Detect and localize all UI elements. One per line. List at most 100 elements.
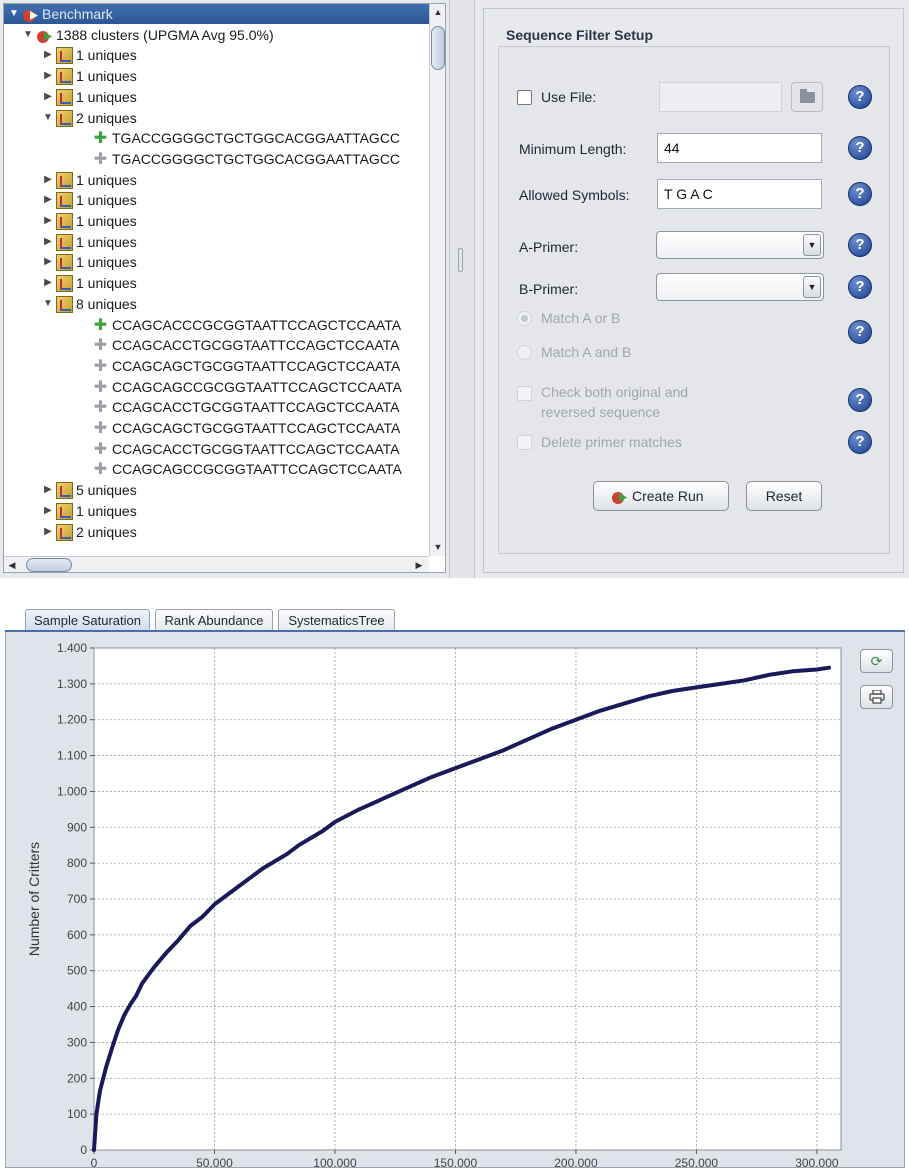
tree-node-label: CCAGCACCCGCGGTAATTCCAGCTCCAATA — [112, 316, 402, 333]
x-tick-label: 100.000 — [313, 1156, 357, 1168]
use-file-path-field[interactable] — [659, 82, 782, 112]
check-both-sequences-checkbox[interactable] — [517, 386, 532, 401]
x-tick-label: 150.000 — [434, 1156, 478, 1168]
help-icon[interactable]: ? — [848, 275, 872, 299]
a-primer-select[interactable]: ▼ — [656, 231, 824, 259]
y-tick-label: 700 — [67, 892, 87, 906]
expand-down-icon[interactable]: ▼ — [42, 108, 54, 128]
scroll-up-icon[interactable]: ▲ — [430, 4, 445, 20]
tree-node-label: CCAGCAGCTGCGGTAATTCCAGCTCCAATA — [112, 420, 401, 436]
tree-horizontal-scroll-thumb[interactable] — [26, 558, 72, 572]
chevron-down-icon[interactable]: ▼ — [803, 276, 821, 298]
help-icon[interactable]: ? — [848, 85, 872, 109]
minimum-length-input[interactable]: 44 — [657, 133, 822, 163]
split-pane-divider[interactable] — [449, 0, 475, 578]
tree-node-label: 1 uniques — [76, 47, 137, 64]
cluster-icon — [56, 275, 73, 293]
collapse-right-icon[interactable]: ▶ — [42, 273, 54, 293]
tree-horizontal-scrollbar[interactable]: ◀ ▶ — [4, 556, 429, 572]
y-tick-label: 0 — [80, 1143, 87, 1157]
b-primer-label: B-Primer: — [519, 281, 579, 297]
create-run-label: Create Run — [632, 488, 704, 504]
browse-file-button[interactable] — [791, 82, 823, 112]
sequence-puzzle-gray-icon: ✚ — [93, 461, 108, 479]
collapse-right-icon[interactable]: ▶ — [42, 252, 54, 272]
help-icon[interactable]: ? — [848, 320, 872, 344]
chevron-down-icon[interactable]: ▼ — [803, 234, 821, 256]
tree-node-label: TGACCGGGGCTGCTGGCACGGAATTAGCC — [112, 150, 401, 167]
cluster-icon — [56, 171, 73, 189]
collapse-right-icon[interactable]: ▶ — [42, 232, 54, 252]
top-pane: ▼ Benchmark ▼ 1388 clusters (UPGMA Avg 95.0… — [0, 0, 909, 578]
sequence-puzzle-gray-icon: ✚ — [93, 150, 108, 168]
printer-icon — [868, 689, 885, 704]
tab-sample-saturation[interactable]: Sample Saturation — [25, 609, 150, 632]
minimum-length-label: Minimum Length: — [519, 141, 627, 157]
expand-down-icon[interactable]: ▼ — [22, 25, 34, 45]
cluster-tree[interactable]: ▼ Benchmark ▼ 1388 clusters (UPGMA Avg 95.0… — [4, 4, 429, 556]
scroll-down-icon[interactable]: ▼ — [430, 539, 445, 555]
tree-node-label: 2 uniques — [76, 523, 137, 540]
match-a-and-b-radio[interactable] — [517, 345, 532, 360]
chart-frame: 0 100 200 300 400 500 600 700 800 900 1.000 1.100 1.… — [5, 632, 905, 1168]
sequence-filter-panel: Sequence Filter Setup Use File: ? Minimu… — [483, 8, 904, 573]
reset-button[interactable]: Reset — [746, 481, 822, 511]
collapse-right-icon[interactable]: ▶ — [42, 211, 54, 231]
collapse-right-icon[interactable]: ▶ — [42, 87, 54, 107]
tree-root[interactable]: ▼ Benchmark — [4, 4, 429, 24]
sample-saturation-chart: 0 100 200 300 400 500 600 700 800 900 1.000 1.100 1.… — [26, 641, 842, 1168]
collapse-right-icon[interactable]: ▶ — [42, 170, 54, 190]
collapse-right-icon[interactable]: ▶ — [42, 66, 54, 86]
cluster-icon — [56, 502, 73, 520]
match-a-or-b-radio[interactable] — [517, 311, 532, 326]
print-chart-button[interactable] — [860, 685, 893, 709]
x-tick-label: 0 — [91, 1156, 98, 1168]
scroll-right-icon[interactable]: ▶ — [411, 557, 427, 572]
allowed-symbols-input[interactable]: T G A C — [657, 179, 822, 209]
tree-node-label: 5 uniques — [76, 482, 137, 499]
cluster-icon — [56, 213, 73, 230]
tree-node-label: 1 uniques — [76, 68, 137, 85]
tree-node-label: 1388 clusters (UPGMA Avg 95.0%) — [56, 26, 274, 43]
create-run-icon — [612, 492, 627, 504]
tab-systematics-tree[interactable]: SystematicsTree — [278, 609, 395, 631]
help-icon[interactable]: ? — [848, 430, 872, 454]
tree-node-label: 1 uniques — [76, 88, 137, 105]
bottom-pane: Sample Saturation Rank Abundance Systema… — [0, 588, 909, 1174]
cluster-icon — [56, 109, 73, 127]
y-tick-label: 100 — [67, 1107, 87, 1121]
scroll-left-icon[interactable]: ◀ — [4, 557, 20, 572]
y-tick-label: 600 — [67, 928, 87, 942]
collapse-right-icon[interactable]: ▶ — [42, 480, 54, 500]
delete-primer-matches-checkbox[interactable] — [517, 435, 532, 450]
collapse-right-icon[interactable]: ▶ — [42, 501, 54, 521]
b-primer-select[interactable]: ▼ — [656, 273, 824, 301]
divider-grip-icon[interactable] — [458, 248, 463, 272]
tree-vertical-scrollbar[interactable]: ▲ ▼ — [429, 4, 445, 556]
collapse-right-icon[interactable]: ▶ — [42, 45, 54, 65]
y-tick-label: 1.200 — [57, 713, 87, 727]
help-icon[interactable]: ? — [848, 136, 872, 160]
create-run-button[interactable]: Create Run — [593, 481, 729, 511]
cluster-icon — [56, 192, 73, 210]
cluster-icon — [56, 47, 73, 65]
tree-node-label: Benchmark — [42, 6, 113, 22]
y-tick-label: 200 — [67, 1071, 87, 1085]
collapse-right-icon[interactable]: ▶ — [42, 522, 54, 542]
tree-vertical-scroll-thumb[interactable] — [431, 26, 445, 70]
y-tick-label: 1.400 — [57, 641, 87, 655]
tab-rank-abundance[interactable]: Rank Abundance — [155, 609, 273, 631]
cluster-icon — [56, 254, 73, 272]
cluster-icon — [56, 523, 73, 541]
use-file-label: Use File: — [541, 89, 597, 105]
help-icon[interactable]: ? — [848, 388, 872, 412]
sequence-puzzle-gray-icon: ✚ — [93, 378, 108, 396]
sequence-puzzle-green-icon: ✚ — [93, 130, 108, 148]
use-file-checkbox[interactable] — [517, 90, 532, 105]
refresh-chart-button[interactable]: ⟳ — [860, 649, 893, 673]
expand-down-icon[interactable]: ▼ — [42, 294, 54, 314]
help-icon[interactable]: ? — [848, 233, 872, 257]
expand-down-icon[interactable]: ▼ — [8, 4, 20, 24]
help-icon[interactable]: ? — [848, 182, 872, 206]
collapse-right-icon[interactable]: ▶ — [42, 190, 54, 210]
